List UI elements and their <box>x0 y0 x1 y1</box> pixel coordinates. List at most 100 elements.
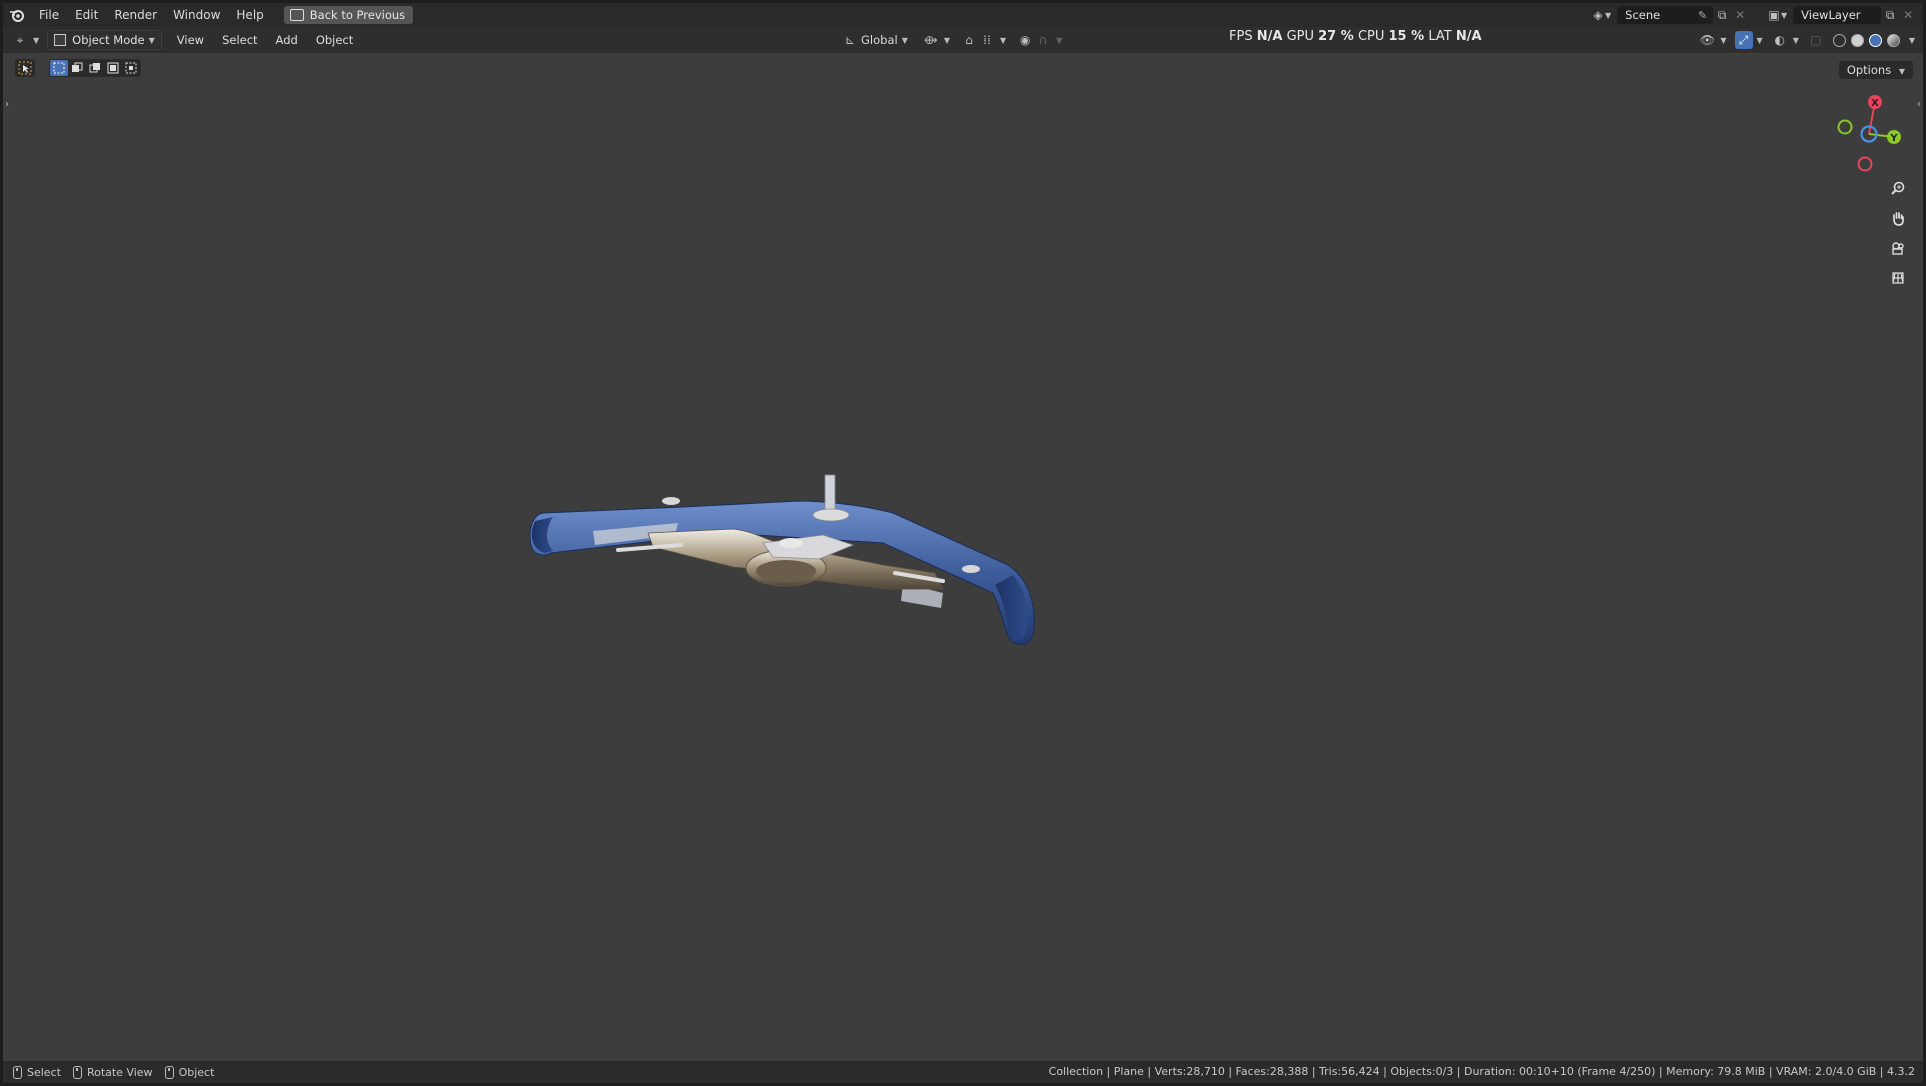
solid-shading-icon[interactable] <box>1850 33 1864 47</box>
snap-target-icon[interactable]: ⁞⁞ <box>978 31 996 49</box>
new-viewlayer-icon[interactable]: ⧉ <box>1881 6 1899 24</box>
delete-viewlayer-icon[interactable]: ✕ <box>1899 6 1917 24</box>
select-tool-button[interactable] <box>15 59 35 77</box>
options-dropdown[interactable]: Options ▼ <box>1838 61 1913 79</box>
zoom-icon[interactable] <box>1887 177 1909 199</box>
pivot-caret-icon[interactable]: ▼ <box>944 36 950 45</box>
menu-file[interactable]: File <box>31 3 67 27</box>
clamp-model[interactable] <box>523 473 1123 703</box>
new-scene-icon[interactable]: ⧉ <box>1713 6 1731 24</box>
perspective-toggle-icon[interactable] <box>1887 267 1909 289</box>
menu-window[interactable]: Window <box>165 3 228 27</box>
menu-render[interactable]: Render <box>106 3 165 27</box>
selection-mode-group <box>49 59 141 77</box>
mouse-left-icon <box>13 1065 22 1079</box>
menu-help[interactable]: Help <box>228 3 271 27</box>
gizmo-caret-icon[interactable]: ▼ <box>1757 36 1763 45</box>
select-intersect-icon[interactable] <box>122 60 140 76</box>
falloff-caret-icon[interactable]: ▼ <box>1056 36 1062 45</box>
scene-selector: ◈ ▼ Scene ✎ ⧉ ✕ <box>1589 3 1749 27</box>
select-tool-row <box>15 59 141 77</box>
gpu-label: GPU <box>1286 29 1314 44</box>
status-hint-rotate-label: Rotate View <box>86 1065 153 1079</box>
fps-label: FPS <box>1229 29 1253 44</box>
toolbar-expand-icon[interactable]: › <box>5 99 9 110</box>
status-hint-object-label: Object <box>178 1065 215 1079</box>
screen-back-icon <box>289 9 304 21</box>
overlay-caret-icon[interactable]: ▼ <box>1793 36 1799 45</box>
snap-caret-icon[interactable]: ▼ <box>1000 36 1006 45</box>
blender-window: File Edit Render Window Help Back to Pre… <box>3 3 1923 1083</box>
shading-modes <box>1832 33 1905 47</box>
overlay-toggle-icon[interactable]: ◐ <box>1771 31 1789 49</box>
xray-toggle-icon[interactable]: ▢ <box>1807 31 1825 49</box>
viewlayer-caret-icon[interactable]: ▼ <box>1781 11 1787 20</box>
object-mode-dropdown[interactable]: Object Mode ▼ <box>47 30 162 50</box>
shading-caret-icon[interactable]: ▼ <box>1909 36 1915 45</box>
viewport-display-tools: 👁 ▼ ⤢ ▼ ◐ ▼ ▢ ▼ <box>1698 27 1915 53</box>
blender-logo-icon[interactable] <box>3 3 31 27</box>
header-menu-object[interactable]: Object <box>307 33 362 47</box>
status-hint-select: Select <box>13 1065 61 1079</box>
editor-type-icon[interactable]: ⌖ <box>11 31 29 49</box>
cursor-icon <box>18 61 32 75</box>
cpu-label: CPU <box>1357 29 1385 44</box>
cpu-value: 15 % <box>1388 29 1425 44</box>
menu-edit[interactable]: Edit <box>67 3 106 27</box>
header-menu-add[interactable]: Add <box>267 33 307 47</box>
options-label: Options <box>1846 63 1892 77</box>
delete-scene-icon[interactable]: ✕ <box>1731 6 1749 24</box>
chevron-down-icon: ▼ <box>1898 67 1905 76</box>
back-to-previous-button[interactable]: Back to Previous <box>283 6 414 24</box>
scene-caret-icon[interactable]: ▼ <box>1605 11 1611 20</box>
viewport-header: ⌖ ▼ Object Mode ▼ View Select Add Object… <box>3 27 1923 53</box>
select-subtract-icon[interactable] <box>86 60 104 76</box>
navigation-tools <box>1887 177 1911 297</box>
proportional-edit-icon[interactable]: ◉ <box>1016 31 1034 49</box>
gizmo-toggle-icon[interactable]: ⤢ <box>1734 31 1753 49</box>
viewlayer-selector: ▣ ▼ ViewLayer ⧉ ✕ <box>1765 3 1917 27</box>
lat-value: N/A <box>1455 29 1482 44</box>
object-mode-label: Object Mode <box>72 33 145 47</box>
editor-type-caret-icon[interactable]: ▼ <box>33 36 39 45</box>
status-hint-object: Object <box>164 1065 215 1079</box>
top-bar: File Edit Render Window Help Back to Pre… <box>3 3 1923 27</box>
scene-field[interactable]: Scene ✎ <box>1617 6 1714 24</box>
material-preview-shading-icon[interactable] <box>1868 33 1882 47</box>
viewlayer-name: ViewLayer <box>1801 8 1861 22</box>
pan-hand-icon[interactable] <box>1887 207 1909 229</box>
sidebar-expand-icon[interactable]: ‹ <box>1917 99 1921 110</box>
transform-tools: ⊾ Global ▼ ⟴ ▼ ⌂ ⁞⁞ ▼ ◉ ∩ ▼ <box>841 27 1062 53</box>
fps-value: N/A <box>1256 29 1283 44</box>
pivot-icon[interactable]: ⟴ <box>922 31 940 49</box>
header-menu-select[interactable]: Select <box>213 33 266 47</box>
header-menu-view[interactable]: View <box>168 33 213 47</box>
status-bar: Select Rotate View Object Collection | P… <box>3 1061 1923 1083</box>
back-to-previous-label: Back to Previous <box>309 8 406 22</box>
pin-icon[interactable]: ✎ <box>1698 9 1707 22</box>
camera-view-icon[interactable] <box>1887 237 1909 259</box>
performance-stats: FPS N/A GPU 27 % CPU 15 % LAT N/A <box>1229 29 1482 44</box>
select-invert-icon[interactable] <box>104 60 122 76</box>
viewlayer-field[interactable]: ViewLayer <box>1793 6 1882 24</box>
visibility-icon[interactable]: 👁 <box>1698 31 1716 49</box>
orientation-label[interactable]: Global <box>861 33 898 47</box>
chevron-down-icon: ▼ <box>148 35 155 45</box>
snap-toggle-icon[interactable]: ⌂ <box>960 31 978 49</box>
x-axis-label: X <box>1871 98 1879 109</box>
lat-label: LAT <box>1428 29 1452 44</box>
orientation-icon[interactable]: ⊾ <box>841 31 859 49</box>
y-axis-label: Y <box>1889 133 1898 144</box>
navigation-gizmo[interactable]: X Y <box>1817 89 1917 179</box>
scene-statistics: Collection | Plane | Verts:28,710 | Face… <box>1048 1065 1915 1078</box>
visibility-caret-icon[interactable]: ▼ <box>1720 36 1726 45</box>
negative-x-axis-handle[interactable] <box>1857 156 1873 172</box>
orientation-caret-icon[interactable]: ▼ <box>902 36 908 45</box>
negative-y-axis-handle[interactable] <box>1837 119 1853 135</box>
object-mode-icon <box>54 34 67 46</box>
rendered-shading-icon[interactable] <box>1886 33 1900 47</box>
select-new-icon[interactable] <box>50 60 68 76</box>
wireframe-shading-icon[interactable] <box>1832 33 1846 47</box>
falloff-icon[interactable]: ∩ <box>1034 31 1052 49</box>
select-extend-icon[interactable] <box>68 60 86 76</box>
